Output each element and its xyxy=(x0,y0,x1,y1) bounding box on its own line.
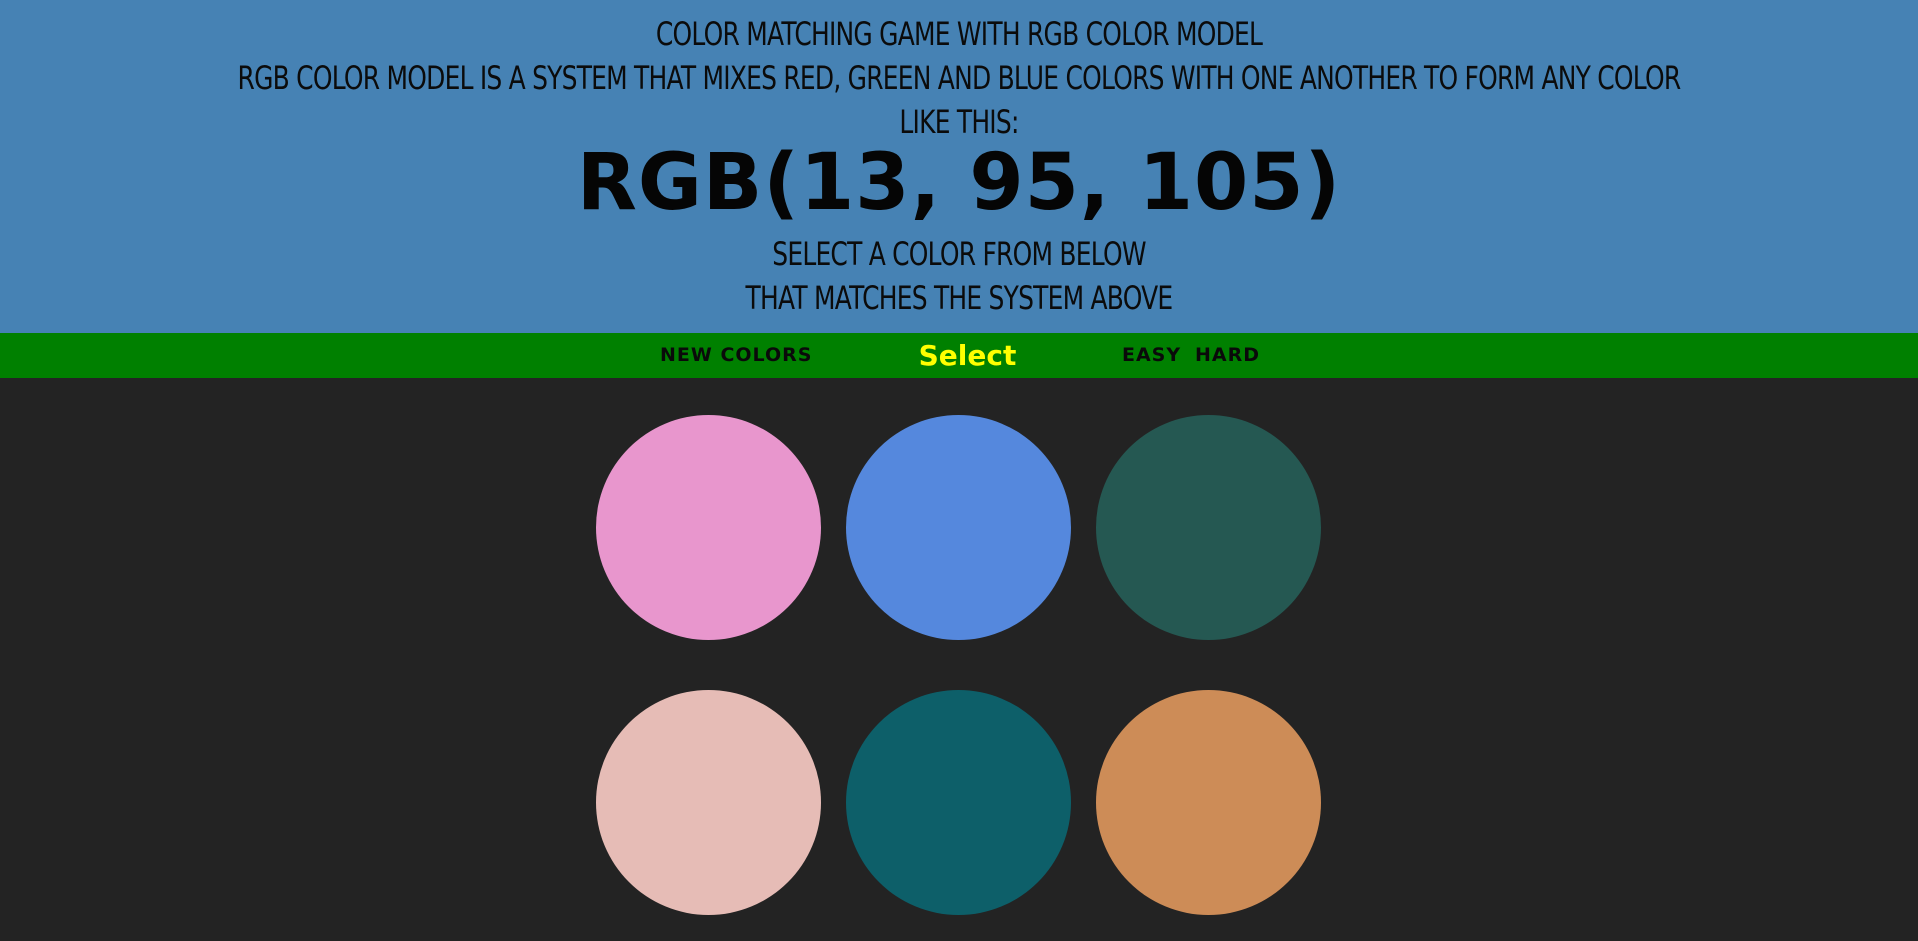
target-rgb-display: RGB(13, 95, 105) xyxy=(576,138,1342,228)
status-message: Select xyxy=(918,339,1017,372)
color-swatch-5[interactable] xyxy=(846,690,1071,915)
new-colors-button[interactable]: NEW COLORS xyxy=(660,333,812,378)
hard-mode-button[interactable]: HARD xyxy=(1195,333,1260,378)
color-swatch-1[interactable] xyxy=(596,415,821,640)
color-swatch-2[interactable] xyxy=(846,415,1071,640)
easy-mode-button[interactable]: EASY xyxy=(1122,333,1181,378)
instruction-line-1: SELECT A COLOR FROM BELOW xyxy=(772,235,1146,273)
control-stripe: NEW COLORS Select EASY HARD xyxy=(0,333,1918,378)
color-swatch-3[interactable] xyxy=(1096,415,1321,640)
color-swatch-4[interactable] xyxy=(596,690,821,915)
rgb-description: RGB COLOR MODEL IS A SYSTEM THAT MIXES R… xyxy=(237,59,1682,97)
instruction-line-2: THAT MATCHES THE SYSTEM ABOVE xyxy=(745,279,1174,317)
color-swatch-6[interactable] xyxy=(1096,690,1321,915)
header: COLOR MATCHING GAME WITH RGB COLOR MODEL… xyxy=(0,0,1918,333)
game-title: COLOR MATCHING GAME WITH RGB COLOR MODEL xyxy=(655,15,1263,53)
